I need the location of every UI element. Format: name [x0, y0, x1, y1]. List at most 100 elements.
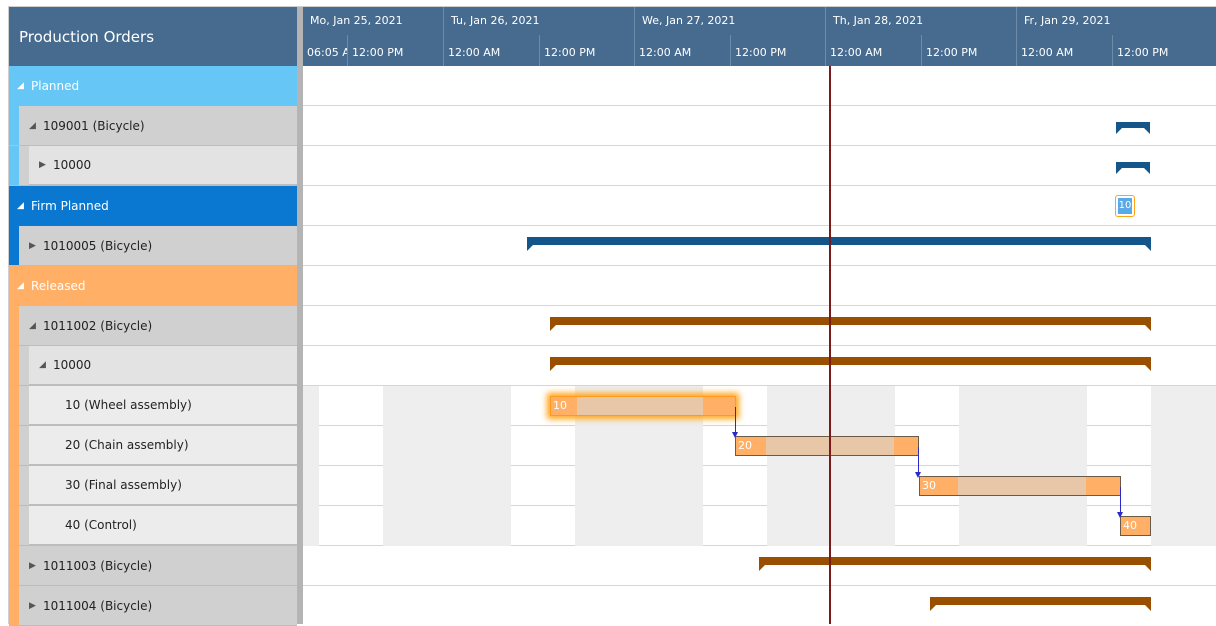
day-header: Fr, Jan 29, 2021	[1016, 7, 1216, 35]
operation-row-inner: 30 (Final assembly)	[29, 466, 297, 505]
routing-row-10000-released[interactable]: ◢ 10000	[9, 346, 297, 386]
time-tick: 12:00 PM	[539, 35, 634, 66]
day-header: We, Jan 27, 2021	[634, 7, 825, 35]
released-stripe	[9, 466, 19, 505]
time-tick: 12:00 AM	[443, 35, 539, 66]
dependency-arrow-icon	[915, 472, 921, 478]
collapse-icon[interactable]: ◢	[29, 121, 43, 131]
timeline-row	[303, 306, 1216, 346]
released-stripe	[9, 426, 19, 465]
released-summary-bar[interactable]	[759, 557, 1151, 571]
firm-planned-operation-chip[interactable]: 10	[1115, 195, 1135, 217]
timeline-row	[303, 66, 1216, 106]
operation-number: 10	[553, 399, 567, 412]
operation-row-inner: 20 (Chain assembly)	[29, 426, 297, 465]
timeline-row	[303, 226, 1216, 266]
time-tick: 12:00 AM	[1016, 35, 1112, 66]
gantt-app: Production Orders ◢ Planned ◢ 109001 (Bi…	[8, 6, 1216, 626]
released-stripe	[9, 346, 19, 385]
order-label: 1011002 (Bicycle)	[43, 318, 153, 333]
day-header: Mo, Jan 25, 2021	[310, 14, 403, 27]
group-row-planned[interactable]: ◢ Planned	[9, 66, 297, 106]
current-time-line	[829, 66, 831, 624]
expand-icon[interactable]: ▶	[29, 601, 43, 611]
timeline-row	[303, 546, 1216, 586]
operation-row-40[interactable]: 40 (Control)	[9, 506, 297, 546]
operation-row-30[interactable]: 30 (Final assembly)	[9, 466, 297, 506]
timeline-row	[303, 586, 1216, 624]
released-summary-bar[interactable]	[930, 597, 1151, 611]
timeline-header: Mo, Jan 25, 2021 Tu, Jan 26, 2021 We, Ja…	[303, 7, 1216, 66]
operation-row-10[interactable]: 10 (Wheel assembly)	[9, 386, 297, 426]
timeline-row-operation: 20	[303, 426, 1216, 466]
time-tick: 12:00 PM	[1112, 35, 1216, 66]
operation-number: 30	[922, 479, 936, 492]
operation-label: 30 (Final assembly)	[65, 478, 182, 492]
wait-segment	[894, 437, 918, 455]
routing-label: 10000	[53, 158, 92, 172]
day-header: Th, Jan 28, 2021	[825, 7, 1016, 35]
timeline-row-operation: 10	[303, 386, 1216, 426]
order-row-1010005[interactable]: ▶ 1010005 (Bicycle)	[9, 226, 297, 266]
released-stripe	[9, 506, 19, 545]
time-tick: 12:00 PM	[921, 35, 1016, 66]
timeline-row	[303, 346, 1216, 386]
released-summary-bar[interactable]	[550, 317, 1151, 331]
operation-row-inner: 40 (Control)	[29, 506, 297, 545]
timeline-row-operation: 40	[303, 506, 1216, 546]
timeline-row	[303, 106, 1216, 146]
group-label-planned: Planned	[31, 78, 80, 93]
order-row-1011002[interactable]: ◢ 1011002 (Bicycle)	[9, 306, 297, 346]
gantt-timeline[interactable]: Mo, Jan 25, 2021 Tu, Jan 26, 2021 We, Ja…	[303, 7, 1216, 624]
order-row-109001[interactable]: ◢ 109001 (Bicycle)	[9, 106, 297, 146]
order-label: 1010005 (Bicycle)	[43, 238, 153, 253]
group-row-firm-planned[interactable]: ◢ Firm Planned	[9, 186, 297, 226]
planned-stripe	[9, 106, 19, 145]
operation-bar-10[interactable]: 10	[550, 396, 736, 416]
expand-icon[interactable]: ▶	[29, 241, 43, 251]
order-label: 1011004 (Bicycle)	[43, 598, 153, 613]
time-tick: 12:00 AM	[634, 35, 730, 66]
collapse-icon[interactable]: ◢	[29, 321, 43, 331]
operation-label: 10 (Wheel assembly)	[65, 398, 192, 412]
expand-icon[interactable]: ▶	[29, 561, 43, 571]
planned-summary-bar[interactable]	[1116, 162, 1150, 174]
operation-bar-20[interactable]: 20	[735, 436, 919, 456]
operation-row-20[interactable]: 20 (Chain assembly)	[9, 426, 297, 466]
time-tick: 12:00 AM	[825, 35, 921, 66]
operation-bar-40[interactable]: 40	[1120, 516, 1151, 536]
collapse-icon[interactable]: ◢	[17, 281, 31, 291]
routing-row-10000[interactable]: ▶ 10000	[9, 146, 297, 186]
collapse-icon[interactable]: ◢	[17, 81, 31, 91]
order-label: 109001 (Bicycle)	[43, 118, 145, 133]
timeline-row	[303, 266, 1216, 306]
timeline-row: 10	[303, 186, 1216, 226]
order-row-1011004[interactable]: ▶ 1011004 (Bicycle)	[9, 586, 297, 626]
time-tick: 12:00 PM	[347, 35, 443, 66]
group-label-released: Released	[31, 278, 86, 293]
collapse-icon[interactable]: ◢	[39, 360, 53, 370]
time-tick: 06:05 A	[307, 46, 347, 59]
firm-planned-summary-bar[interactable]	[527, 237, 1151, 251]
wait-segment	[703, 397, 735, 415]
group-row-released[interactable]: ◢ Released	[9, 266, 297, 306]
routing-row-inner: ◢ 10000	[29, 346, 297, 385]
operation-bar-30[interactable]: 30	[919, 476, 1121, 496]
planned-summary-bar[interactable]	[1116, 122, 1150, 134]
dependency-arrow-icon	[1117, 512, 1123, 518]
operation-label: 20 (Chain assembly)	[65, 438, 189, 452]
routing-row-inner: ▶ 10000	[29, 146, 297, 185]
order-row-1011003[interactable]: ▶ 1011003 (Bicycle)	[9, 546, 297, 586]
routing-label: 10000	[53, 358, 92, 372]
timeline-row-operation: 30	[303, 466, 1216, 506]
released-stripe	[9, 586, 19, 625]
expand-icon[interactable]: ▶	[39, 160, 53, 170]
routing-summary-bar[interactable]	[550, 357, 1151, 371]
operation-number: 40	[1123, 519, 1137, 532]
operation-number: 10	[1118, 198, 1132, 214]
time-tick: 12:00 PM	[730, 35, 825, 66]
firm-planned-stripe	[9, 226, 19, 265]
released-stripe	[9, 306, 19, 345]
collapse-icon[interactable]: ◢	[17, 201, 31, 211]
planned-stripe	[9, 146, 19, 185]
